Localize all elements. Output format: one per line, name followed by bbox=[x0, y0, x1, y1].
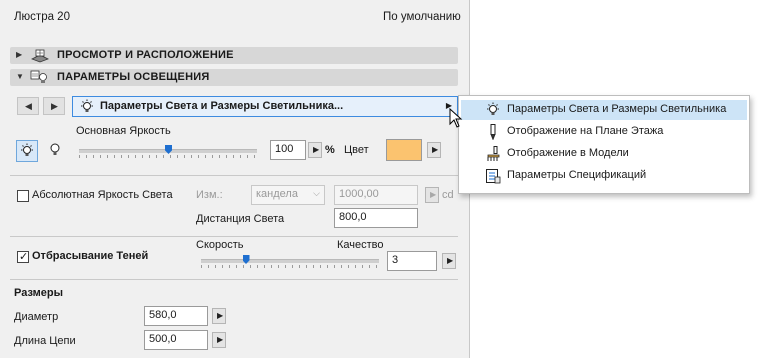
triangle-right-icon: ▶ bbox=[217, 311, 224, 320]
brightness-slider-ticks bbox=[79, 155, 257, 158]
floor-plan-pen-icon bbox=[490, 124, 496, 140]
light-off-toggle[interactable] bbox=[44, 140, 66, 162]
quality-label: Качество bbox=[337, 239, 384, 251]
section-preview-placement[interactable]: ▶ ПРОСМОТР И РАСПОЛОЖЕНИЕ bbox=[10, 47, 458, 64]
section-preview-label: ПРОСМОТР И РАСПОЛОЖЕНИЕ bbox=[57, 49, 234, 61]
arrow-right-icon: ▶ bbox=[51, 101, 58, 111]
bulb-off-icon bbox=[50, 143, 60, 155]
units-select-value: кандела bbox=[256, 188, 298, 200]
cast-shadows-label: Отбрасывание Теней bbox=[32, 250, 149, 262]
prev-page-button[interactable]: ◀ bbox=[17, 97, 39, 115]
units-select[interactable]: кандела ⌵ bbox=[251, 185, 325, 205]
sizes-heading: Размеры bbox=[14, 287, 64, 299]
menu-item-label: Параметры Света и Размеры Светильника bbox=[507, 103, 727, 115]
section-lighting-params[interactable]: ▼ ПАРАМЕТРЫ ОСВЕЩЕНИЯ bbox=[10, 69, 458, 86]
distance-input[interactable]: 800,0 bbox=[334, 208, 418, 228]
bulb-icon bbox=[81, 99, 93, 112]
divider bbox=[10, 279, 458, 280]
brightness-step-button[interactable]: ▶ bbox=[308, 142, 322, 158]
page-popup-menu: Параметры Света и Размеры Светильника От… bbox=[458, 95, 750, 194]
speed-label: Скорость bbox=[196, 239, 244, 251]
chain-length-input[interactable]: 500,0 bbox=[144, 330, 208, 350]
section-lighting-label: ПАРАМЕТРЫ ОСВЕЩЕНИЯ bbox=[57, 71, 210, 83]
divider bbox=[10, 236, 458, 237]
absolute-value-input[interactable]: 1000,00 bbox=[334, 185, 418, 205]
diameter-input[interactable]: 580,0 bbox=[144, 306, 208, 326]
triangle-right-icon: ▶ bbox=[447, 256, 454, 265]
brightness-input[interactable]: 100 bbox=[270, 140, 306, 160]
listing-params-icon bbox=[486, 169, 501, 184]
bulb-icon bbox=[487, 102, 499, 115]
units-label: Изм.: bbox=[196, 189, 223, 201]
absolute-brightness-checkbox[interactable] bbox=[17, 190, 29, 202]
triangle-right-icon: ▶ bbox=[430, 190, 437, 199]
menu-item-model-view[interactable]: Отображение в Модели bbox=[461, 144, 747, 164]
page-selector-button[interactable]: Параметры Света и Размеры Светильника...… bbox=[72, 96, 458, 117]
distance-label: Дистанция Света bbox=[196, 213, 285, 225]
light-on-toggle[interactable] bbox=[16, 140, 38, 162]
menu-item-listing-params[interactable]: Параметры Спецификаций bbox=[461, 166, 747, 186]
chevron-down-icon: ⌵ bbox=[313, 188, 320, 198]
color-swatch[interactable] bbox=[386, 139, 422, 161]
page-selector-label: Параметры Света и Размеры Светильника... bbox=[100, 100, 344, 112]
absolute-brightness-label: Абсолютная Яркость Света bbox=[32, 189, 173, 201]
speed-quality-slider[interactable] bbox=[201, 259, 379, 263]
preview-placement-icon bbox=[31, 49, 49, 63]
speed-quality-slider-ticks bbox=[201, 265, 379, 268]
default-label: По умолчанию bbox=[383, 11, 461, 23]
diameter-step-button[interactable]: ▶ bbox=[212, 308, 226, 324]
color-label: Цвет bbox=[344, 144, 369, 156]
color-step-button[interactable]: ▶ bbox=[427, 142, 441, 158]
cd-unit: cd bbox=[442, 189, 454, 201]
expand-arrow-icon: ▶ bbox=[16, 50, 23, 59]
object-title: Люстра 20 bbox=[14, 11, 70, 23]
next-page-button[interactable]: ▶ bbox=[43, 97, 65, 115]
quality-input[interactable]: 3 bbox=[387, 251, 437, 271]
mouse-cursor-icon bbox=[449, 108, 463, 128]
bulb-on-icon bbox=[21, 143, 33, 156]
triangle-right-icon: ▶ bbox=[313, 145, 320, 154]
menu-item-label: Отображение в Модели bbox=[507, 147, 629, 159]
menu-item-label: Отображение на Плане Этажа bbox=[507, 125, 664, 137]
divider bbox=[10, 175, 458, 176]
checkmark-icon: ✓ bbox=[19, 251, 29, 263]
cast-shadows-checkbox[interactable]: ✓ bbox=[17, 251, 29, 263]
menu-item-label: Параметры Спецификаций bbox=[507, 169, 647, 181]
percent-unit: % bbox=[325, 144, 335, 156]
diameter-label: Диаметр bbox=[14, 311, 59, 323]
settings-panel: Люстра 20 По умолчанию ▶ ПРОСМОТР И РАСП… bbox=[0, 0, 470, 358]
collapse-arrow-icon: ▼ bbox=[16, 72, 24, 81]
chain-length-step-button[interactable]: ▶ bbox=[212, 332, 226, 348]
menu-item-light-params[interactable]: Параметры Света и Размеры Светильника bbox=[461, 100, 747, 120]
chain-length-label: Длина Цепи bbox=[14, 335, 76, 347]
quality-step-button[interactable]: ▶ bbox=[442, 253, 456, 269]
arrow-left-icon: ◀ bbox=[25, 101, 32, 111]
triangle-right-icon: ▶ bbox=[217, 335, 224, 344]
triangle-right-icon: ▶ bbox=[432, 145, 439, 154]
absolute-step-button[interactable]: ▶ bbox=[425, 187, 439, 203]
model-brush-icon bbox=[487, 146, 500, 161]
menu-item-floor-plan[interactable]: Отображение на Плане Этажа bbox=[461, 122, 747, 142]
lighting-params-icon bbox=[30, 70, 47, 83]
brightness-label: Основная Яркость bbox=[76, 125, 171, 137]
